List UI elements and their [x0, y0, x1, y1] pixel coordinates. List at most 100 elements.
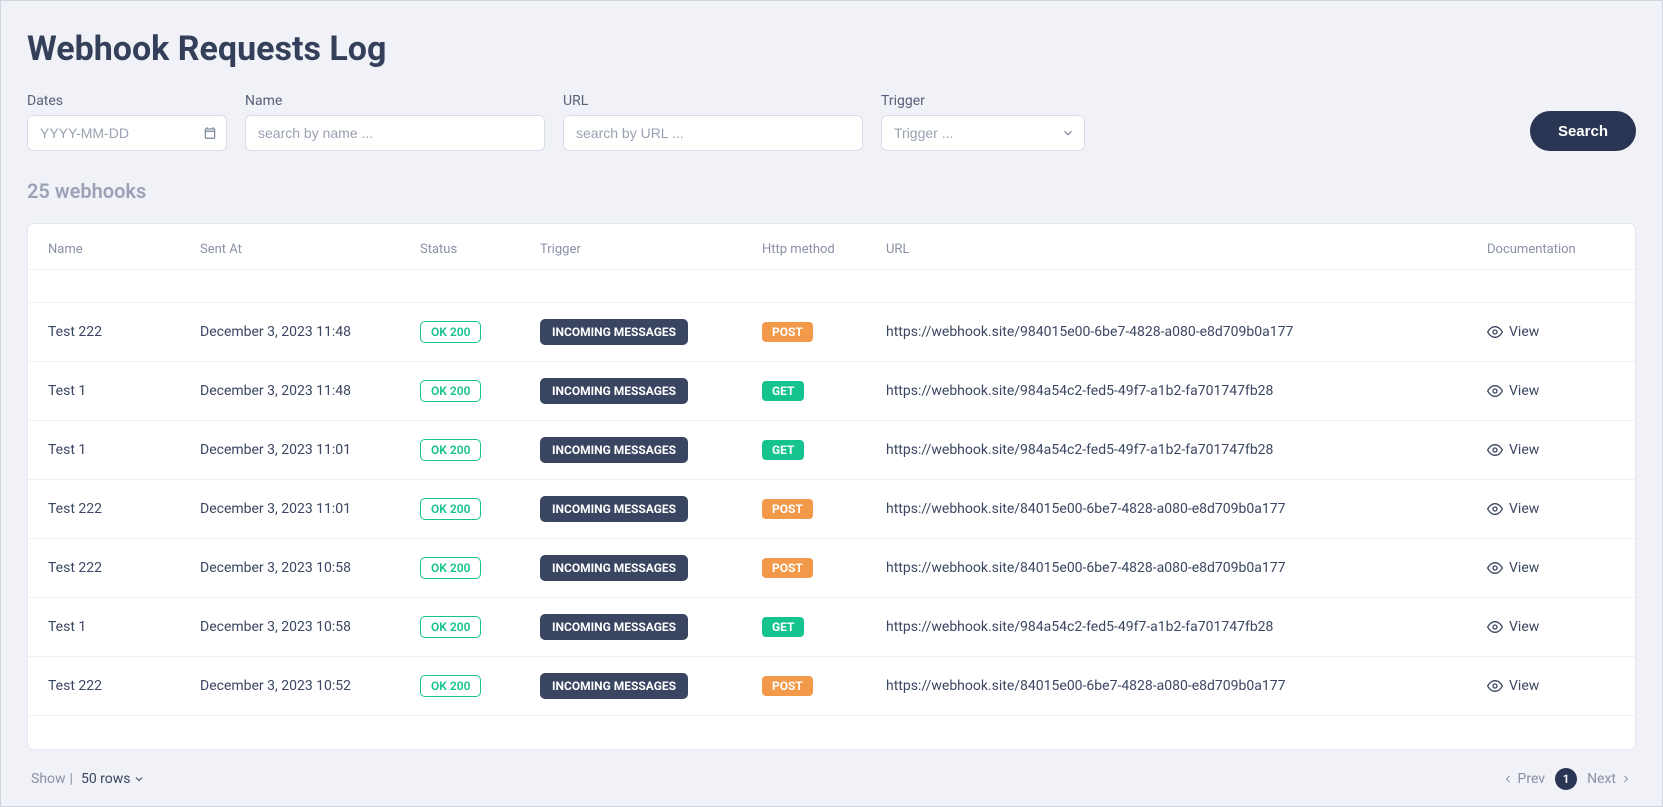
cell-sent-at: December 3, 2023 10:58 — [200, 560, 420, 576]
cell-sent-at: December 3, 2023 11:48 — [200, 324, 420, 340]
table-row: Test 1December 3, 2023 11:01OK 200INCOMI… — [28, 421, 1635, 480]
cell-url: https://webhook.site/984a54c2-fed5-49f7-… — [886, 619, 1487, 635]
cell-sent-at: December 3, 2023 10:52 — [200, 678, 420, 694]
search-button[interactable]: Search — [1530, 111, 1636, 151]
trigger-badge: INCOMING MESSAGES — [540, 555, 688, 581]
cell-sent-at: December 3, 2023 11:01 — [200, 442, 420, 458]
trigger-badge: INCOMING MESSAGES — [540, 614, 688, 640]
status-badge: OK 200 — [420, 498, 481, 520]
status-badge: OK 200 — [420, 439, 481, 461]
view-link[interactable]: View — [1487, 383, 1615, 399]
col-trigger: Trigger — [540, 242, 762, 257]
table-footer: Show | 50 rows Prev 1 Next — [27, 750, 1636, 790]
prev-button[interactable]: Prev — [1502, 771, 1546, 787]
results-count: 25 webhooks — [27, 179, 1636, 203]
pagination: Prev 1 Next — [1502, 768, 1633, 790]
cell-url: https://webhook.site/984a54c2-fed5-49f7-… — [886, 383, 1487, 399]
cell-url: https://webhook.site/84015e00-6be7-4828-… — [886, 560, 1487, 576]
chevron-down-icon — [133, 773, 145, 785]
view-link[interactable]: View — [1487, 501, 1615, 517]
cell-name: Test 222 — [48, 324, 200, 340]
col-status: Status — [420, 242, 540, 257]
table-body[interactable]: OK 200 X GET Test 222December 3, 2023 11… — [28, 270, 1635, 749]
filter-name-label: Name — [245, 93, 545, 109]
view-link[interactable]: View — [1487, 324, 1615, 340]
trigger-badge: INCOMING MESSAGES — [540, 673, 688, 699]
table-row: Test 222December 3, 2023 10:58OK 200INCO… — [28, 539, 1635, 598]
method-badge: GET — [762, 440, 804, 460]
chevron-right-icon — [1620, 773, 1632, 785]
table-header: Name Sent At Status Trigger Http method … — [28, 224, 1635, 270]
table-row: Test 222December 3, 2023 10:52OK 200 INCO… — [28, 657, 1635, 716]
cell-name: Test 1 — [48, 442, 200, 458]
view-label: View — [1509, 619, 1539, 635]
table-row: Test 1December 3, 2023 10:58OK 200INCOMI… — [28, 598, 1635, 657]
filters-bar: Dates Name URL Trigger Trigger ... — [27, 93, 1636, 151]
status-badge: OK 200 — [420, 380, 481, 402]
cell-url: https://webhook.site/984015e00-6be7-4828… — [886, 324, 1487, 340]
trigger-badge: INCOMING MESSAGES — [540, 319, 688, 345]
status-badge: OK 200 — [420, 557, 481, 579]
eye-icon — [1487, 501, 1503, 517]
cell-url: https://webhook.site/84015e00-6be7-4828-… — [886, 501, 1487, 517]
eye-icon — [1487, 442, 1503, 458]
method-badge: POST — [762, 322, 813, 342]
view-label: View — [1509, 560, 1539, 576]
rows-per-page-select[interactable]: 50 rows — [81, 771, 145, 787]
cell-sent-at: December 3, 2023 11:48 — [200, 383, 420, 399]
col-url: URL — [886, 242, 1487, 257]
col-documentation: Documentation — [1487, 242, 1615, 257]
page-current[interactable]: 1 — [1555, 768, 1577, 790]
url-input[interactable] — [563, 115, 863, 151]
next-label: Next — [1587, 771, 1616, 787]
view-label: View — [1509, 324, 1539, 340]
view-label: View — [1509, 442, 1539, 458]
trigger-badge: INCOMING MESSAGES — [540, 378, 688, 404]
method-badge: GET — [762, 617, 804, 637]
prev-label: Prev — [1518, 771, 1546, 787]
filter-url: URL — [563, 93, 863, 151]
cell-name: Test 222 — [48, 678, 200, 694]
cell-name: Test 1 — [48, 383, 200, 399]
col-http-method: Http method — [762, 242, 886, 257]
next-button[interactable]: Next — [1587, 771, 1632, 787]
dates-input[interactable] — [27, 115, 227, 151]
view-link[interactable]: View — [1487, 442, 1615, 458]
cell-sent-at: December 3, 2023 11:01 — [200, 501, 420, 517]
status-badge: OK 200 — [420, 616, 481, 638]
table-row: Test 222December 3, 2023 11:48OK 200 INCO… — [28, 303, 1635, 362]
table-row: Test 222December 3, 2023 11:01OK 200INCO… — [28, 480, 1635, 539]
method-badge: POST — [762, 676, 813, 696]
eye-icon — [1487, 324, 1503, 340]
view-label: View — [1509, 501, 1539, 517]
method-badge: POST — [762, 558, 813, 578]
trigger-badge: INCOMING MESSAGES — [540, 496, 688, 522]
view-link[interactable]: View — [1487, 678, 1615, 694]
webhooks-table: Name Sent At Status Trigger Http method … — [27, 223, 1636, 750]
filter-name: Name — [245, 93, 545, 151]
eye-icon — [1487, 619, 1503, 635]
show-label: Show — [31, 771, 66, 787]
filter-trigger: Trigger Trigger ... — [881, 93, 1085, 151]
method-badge: POST — [762, 499, 813, 519]
trigger-select[interactable]: Trigger ... — [881, 115, 1085, 151]
view-label: View — [1509, 383, 1539, 399]
col-name: Name — [48, 242, 200, 257]
cell-sent-at: December 3, 2023 10:58 — [200, 619, 420, 635]
cell-url: https://webhook.site/984a54c2-fed5-49f7-… — [886, 442, 1487, 458]
view-link[interactable]: View — [1487, 619, 1615, 635]
page-title: Webhook Requests Log — [27, 29, 1636, 69]
status-badge: OK 200 — [420, 321, 481, 343]
cell-url: https://webhook.site/84015e00-6be7-4828-… — [886, 678, 1487, 694]
view-link[interactable]: View — [1487, 560, 1615, 576]
status-badge: OK 200 — [420, 675, 481, 697]
method-badge: GET — [762, 381, 804, 401]
filter-trigger-label: Trigger — [881, 93, 1085, 109]
eye-icon — [1487, 560, 1503, 576]
name-input[interactable] — [245, 115, 545, 151]
table-row: Test 1December 3, 2023 11:48OK 200 INCOMI… — [28, 362, 1635, 421]
filter-url-label: URL — [563, 93, 863, 109]
filter-dates-label: Dates — [27, 93, 227, 109]
eye-icon — [1487, 678, 1503, 694]
chevron-left-icon — [1502, 773, 1514, 785]
